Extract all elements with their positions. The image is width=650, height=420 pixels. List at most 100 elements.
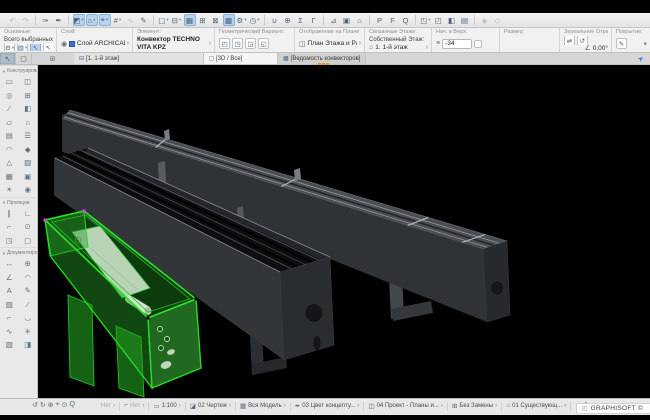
look-to-icon[interactable]: ⌖ [56, 401, 60, 409]
layer-chevron-icon[interactable]: › [127, 40, 129, 47]
quick-option-none-2[interactable]: ⌐Нет› [120, 402, 148, 409]
object-tool[interactable]: ▣ [19, 170, 38, 184]
roof-tool[interactable]: ⌂ [19, 116, 38, 130]
grid-display-icon[interactable]: ▩ [223, 14, 235, 26]
favorites-icon[interactable]: F [387, 14, 399, 26]
home-story-icon[interactable]: ⌂ [354, 14, 366, 26]
snap-grid-icon[interactable]: #▾ [112, 14, 124, 26]
layer-name[interactable]: Слой ARCHICAD [77, 40, 125, 47]
geometry-variant-button-2[interactable]: ◳ [232, 38, 243, 49]
mirror-toggle-button[interactable]: ⇄ [564, 36, 575, 45]
new-view-icon[interactable]: ◳▾ [420, 14, 432, 26]
section-tool[interactable]: ∥ [0, 207, 19, 221]
redo-icon[interactable]: ↷ [20, 14, 32, 26]
worksheet-tool[interactable]: ⊙ [19, 220, 38, 234]
quick-option-override[interactable]: ⊞Без Замены› [448, 402, 501, 410]
layout-book-icon[interactable]: ▤ [459, 14, 471, 26]
fill-tool[interactable]: ▨ [0, 298, 19, 312]
elevation-tool[interactable]: ∟ [19, 207, 38, 221]
label-tool[interactable]: ✎ [19, 284, 38, 298]
magnify-icon[interactable]: Q [69, 401, 74, 409]
stair-tool[interactable]: ▤ [0, 129, 19, 143]
marquee-options-icon[interactable]: ▢▾ [158, 14, 170, 26]
explore-icon[interactable]: ↻ [40, 401, 46, 409]
quick-option-structure-filter[interactable]: ▦Вся Модель› [236, 402, 290, 410]
story-value[interactable]: 1. 1-й этаж [375, 44, 407, 51]
offset-extra-button[interactable] [474, 40, 482, 48]
quick-layers-icon[interactable]: Q [400, 14, 412, 26]
magnet-icon[interactable]: ∪ [269, 14, 281, 26]
capture-icon[interactable]: ◧ [446, 14, 458, 26]
figure-tool[interactable]: ▧ [0, 338, 19, 352]
text-tool[interactable]: A [0, 284, 19, 298]
window-tool[interactable]: ⊞ [19, 89, 38, 103]
schedule-window-icon[interactable]: ⊞ [197, 14, 209, 26]
zoom-tool-icon[interactable]: ⊕ [282, 14, 294, 26]
arc-tool[interactable]: ◡ [19, 311, 38, 325]
angle-measure-icon[interactable]: Γ [308, 14, 320, 26]
column-tool[interactable]: ◎ [0, 89, 19, 103]
walk-icon[interactable]: ⊙ [62, 401, 68, 409]
lamp-tool[interactable]: ☀ [0, 183, 19, 197]
tab-overview-button[interactable]: ⊞ [45, 53, 60, 64]
beam-tool[interactable]: ∕ [0, 102, 19, 116]
viewport-3d[interactable] [38, 65, 650, 398]
shell-tool[interactable]: ◠ [0, 143, 19, 157]
options-gear-icon[interactable]: ⚙▾ [236, 14, 248, 26]
zoom-icon[interactable]: ⊕ [48, 401, 54, 409]
camera-tool[interactable]: ▢ [19, 234, 38, 248]
inject-parameters-icon[interactable]: ✒ [53, 14, 65, 26]
element-name[interactable]: Конвектор TECHNO VITA KPZ [137, 36, 207, 51]
spline-tool[interactable]: ∿ [0, 325, 19, 339]
radial-dimension-tool[interactable]: ◠ [19, 271, 38, 285]
display-chevron-icon[interactable]: › [359, 40, 361, 47]
geometry-variant-button-1[interactable]: ◰ [219, 38, 230, 49]
tab-3d-all[interactable]: ◻[3D / Все] [204, 53, 278, 64]
element-chevron-icon[interactable]: › [209, 40, 211, 47]
snap-guide-pen-icon[interactable]: ✎ [138, 14, 150, 26]
geometry-variant-button-3[interactable]: ◲ [245, 38, 256, 49]
offset-input[interactable]: -34 [442, 39, 472, 49]
polyline-tool[interactable]: ⌐ [0, 311, 19, 325]
level-dimension-tool[interactable]: ⊕ [19, 257, 38, 271]
hotspot-tool[interactable]: ✳ [19, 325, 38, 339]
toolbox-section-header-3[interactable]: ▼Документирование [0, 247, 37, 257]
publisher-icon[interactable]: P [374, 14, 386, 26]
3d-document-tool[interactable]: ◳ [0, 234, 19, 248]
undo-icon[interactable]: ↶ [7, 14, 19, 26]
slab-tool[interactable]: ▱ [0, 116, 19, 130]
dimension-tool[interactable]: ↔ [0, 257, 19, 271]
clone-view-icon[interactable]: ◰ [433, 14, 445, 26]
quick-option-graphic-override[interactable]: ◫04 Проект - Планы и...› [364, 402, 447, 410]
element-settings-button[interactable]: ⚙▾ [4, 44, 15, 51]
arrow-tool-state-button[interactable]: ↖ [30, 44, 41, 51]
rotate-toggle-button[interactable]: ↺ [577, 36, 588, 45]
wall-reference-line-icon[interactable]: ◩▾ [73, 14, 85, 26]
quick-option-model-view[interactable]: ◪02 Чертеж› [186, 402, 235, 410]
pick-up-parameters-icon[interactable]: ✑ [40, 14, 52, 26]
cut-3d-icon[interactable]: ⊠ [210, 14, 222, 26]
tab-floor-plan[interactable]: ⊟[1. 1-й этаж] [74, 53, 204, 64]
rotation-angle-value[interactable]: 0,00° [593, 45, 608, 51]
door-tool[interactable]: ◫ [19, 75, 38, 89]
wall-tool[interactable]: ▭ [0, 75, 19, 89]
trace-reference-icon[interactable]: ▦ [184, 14, 196, 26]
recent-views-icon[interactable]: ◷▾ [249, 14, 261, 26]
quick-option-none-1[interactable]: Нет› [97, 402, 119, 409]
geometry-variant-button-4[interactable]: ◱ [258, 38, 269, 49]
mesh-tool[interactable]: △ [0, 156, 19, 170]
skylight-tool[interactable]: ◧ [19, 102, 38, 116]
surface-dropdown-icon[interactable]: ▾ [643, 40, 647, 48]
quick-option-scale[interactable]: ▭1:100› [149, 402, 184, 410]
drawing-tool[interactable]: ◨ [19, 338, 38, 352]
notify-icon[interactable]: ◈ [479, 14, 491, 26]
angle-dimension-tool[interactable]: ∠ [0, 271, 19, 285]
height-measure-icon[interactable]: Σ [295, 14, 307, 26]
display-mode-value[interactable]: План Этажа и Разрез... [308, 40, 357, 47]
opening-tool[interactable]: ◉ [19, 183, 38, 197]
zone-tool[interactable]: ▨ [19, 156, 38, 170]
orbit-icon[interactable]: ↺ [32, 401, 38, 409]
toolbox-section-header-1[interactable]: ▼Конструирование [0, 65, 37, 75]
element-snap-icon[interactable]: ⌖▾ [99, 14, 111, 26]
partial-structure-icon[interactable]: ⊟▾ [171, 14, 183, 26]
